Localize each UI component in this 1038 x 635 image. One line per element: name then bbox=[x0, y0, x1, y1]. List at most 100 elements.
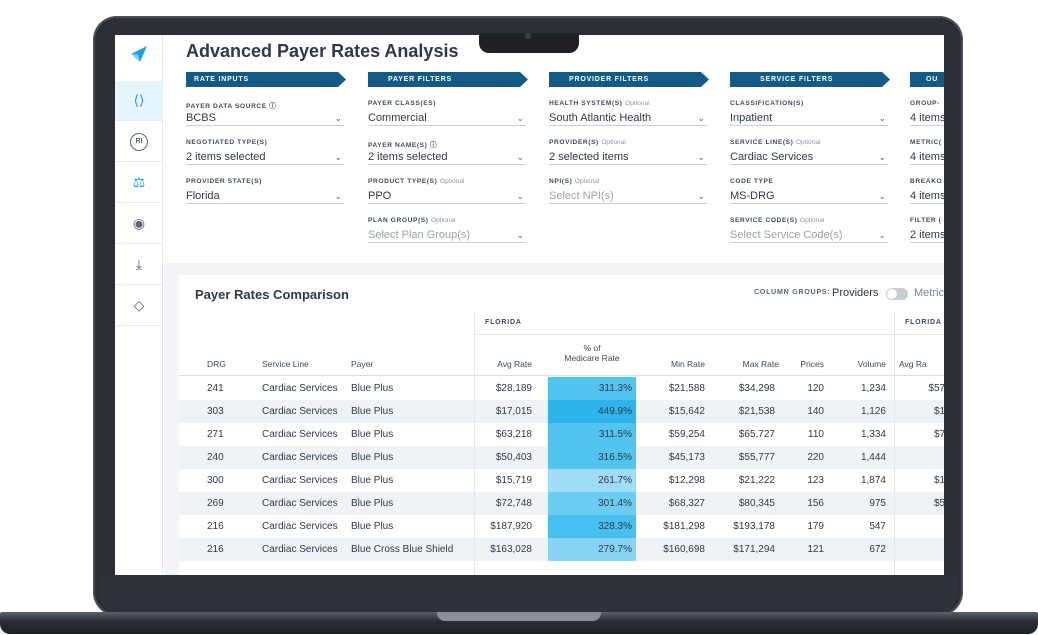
table-row[interactable]: 303 Cardiac Services Blue Plus $17,015 449.9… bbox=[179, 400, 944, 423]
header-avg-rate[interactable]: Avg Rate bbox=[474, 337, 532, 373]
cell-payer: Blue Plus bbox=[351, 452, 394, 463]
field-value: MS-DRG bbox=[730, 190, 775, 202]
table-row[interactable]: 300 Cardiac Services Blue Plus $15,719 261.7… bbox=[179, 469, 944, 492]
field-value: 4 items bbox=[910, 112, 944, 124]
cell-max: $171,294 bbox=[733, 544, 775, 555]
chevron-down-icon: ⌄ bbox=[878, 113, 886, 123]
provider-state-field[interactable]: PROVIDER STATE(S) Florida ⌄ bbox=[186, 178, 344, 204]
field-value: PPO bbox=[368, 190, 392, 202]
header-min-rate[interactable]: Min Rate bbox=[639, 337, 705, 373]
download-icon: ⤓ bbox=[135, 256, 143, 272]
cell-prices: 156 bbox=[807, 498, 824, 509]
header-volume[interactable]: Volume bbox=[829, 337, 886, 373]
cell-max: $80,345 bbox=[738, 498, 775, 509]
cell-drg: 241 bbox=[207, 383, 224, 394]
sidebar-item-rates[interactable]: ⟨⟩ bbox=[115, 81, 163, 121]
laptop-chin bbox=[100, 576, 958, 612]
metric-field[interactable]: METRIC( 4 items bbox=[910, 139, 944, 165]
service-code-field[interactable]: SERVICE CODE(S) Optional Select Service … bbox=[730, 217, 888, 243]
toggle-metric-label: Metric bbox=[914, 287, 944, 299]
sidebar-item-view[interactable]: ◉ bbox=[115, 204, 163, 244]
payer-class-field[interactable]: PAYER CLASS(ES) Commercial ⌄ bbox=[368, 100, 526, 126]
step-rate-inputs[interactable]: RATE INPUTS bbox=[186, 72, 346, 87]
field-value: South Atlantic Health bbox=[549, 112, 652, 124]
cell-prices: 179 bbox=[807, 521, 824, 532]
cell-payer: Blue Plus bbox=[351, 406, 394, 417]
header-pct-medicare[interactable]: % of Medicare Rate bbox=[548, 337, 636, 373]
sidebar-item-download[interactable]: ⤓ bbox=[115, 245, 163, 285]
header-service-line[interactable]: Service Line bbox=[262, 337, 352, 373]
cell-min: $181,298 bbox=[663, 521, 705, 532]
header-prices[interactable]: Prices bbox=[779, 337, 824, 373]
header-avg-rate-2[interactable]: Avg Ra bbox=[899, 337, 944, 373]
header-max-rate[interactable]: Max Rate bbox=[709, 337, 779, 373]
chevron-down-icon: ⌄ bbox=[878, 191, 886, 201]
product-type-field[interactable]: PRODUCT TYPE(S) Optional PPO ⌄ bbox=[368, 178, 526, 204]
field-placeholder: Select NPI(s) bbox=[549, 190, 614, 202]
service-line-field[interactable]: SERVICE LINE(S) Optional Cardiac Service… bbox=[730, 139, 888, 165]
field-label: PAYER NAME(S) bbox=[368, 142, 428, 149]
cell-pct: 301.4% bbox=[598, 498, 632, 509]
cell-volume: 975 bbox=[869, 498, 886, 509]
payer-data-source-field[interactable]: PAYER DATA SOURCE ⓘ BCBS ⌄ bbox=[186, 100, 344, 126]
table-row[interactable]: 216 Cardiac Services Blue Plus $187,920 328.… bbox=[179, 515, 944, 538]
app-logo-icon[interactable] bbox=[128, 43, 150, 65]
table-row[interactable]: 240 Cardiac Services Blue Plus $50,403 316.5… bbox=[179, 446, 944, 469]
cell-drg: 240 bbox=[207, 452, 224, 463]
header-text: Medicare Rate bbox=[564, 353, 620, 363]
table-row[interactable]: 241 Cardiac Services Blue Plus $28,189 311.3… bbox=[179, 377, 944, 400]
cell-avg2: $57,95 bbox=[928, 383, 944, 394]
filters-panel: Advanced Payer Rates Analysis RATE INPUT… bbox=[164, 35, 944, 263]
group-field[interactable]: GROUP- 4 items bbox=[910, 100, 944, 126]
cell-min: $68,327 bbox=[668, 498, 705, 509]
table-row[interactable]: 271 Cardiac Services Blue Plus $63,218 311.5… bbox=[179, 423, 944, 446]
cell-payer: Blue Plus bbox=[351, 521, 394, 532]
column-group-florida: FLORIDA bbox=[474, 313, 894, 335]
step-payer-filters[interactable]: PAYER FILTERS bbox=[368, 72, 528, 87]
breakout-field[interactable]: BREAKO 4 items bbox=[910, 178, 944, 204]
table-row[interactable]: 269 Cardiac Services Blue Plus $72,748 301.4… bbox=[179, 492, 944, 515]
cell-min: $59,254 bbox=[668, 429, 705, 440]
chevron-down-icon: ⌄ bbox=[697, 113, 705, 123]
field-label: PLAN GROUP(S) bbox=[368, 217, 429, 224]
chevron-down-icon: ⌄ bbox=[334, 113, 342, 123]
sidebar-item-ri[interactable]: RI bbox=[115, 122, 163, 162]
classification-field[interactable]: CLASSIFICATION(S) Inpatient ⌄ bbox=[730, 100, 888, 126]
payer-name-field[interactable]: PAYER NAME(S) ⓘ 2 items selected ⌄ bbox=[368, 139, 526, 165]
field-value: 2 items selected bbox=[368, 151, 448, 163]
sidebar-item-compare[interactable]: ⚖ bbox=[115, 163, 163, 203]
camera-icon bbox=[525, 33, 531, 39]
screen: ⟨⟩ RI ⚖ ◉ ⤓ ◇ Advanced Payer Rates Analy… bbox=[115, 35, 944, 575]
filter-field[interactable]: FILTER ( 2 items bbox=[910, 217, 944, 243]
chevron-down-icon: ⌄ bbox=[516, 152, 524, 162]
sidebar-item-premium[interactable]: ◇ bbox=[115, 286, 163, 326]
toggle-providers-label: Providers bbox=[832, 287, 879, 299]
plan-group-field[interactable]: PLAN GROUP(S) Optional Select Plan Group… bbox=[368, 217, 526, 243]
field-label: METRIC( bbox=[910, 139, 942, 146]
field-value: Commercial bbox=[368, 112, 427, 124]
providers-field[interactable]: PROVIDER(S) Optional 2 selected items ⌄ bbox=[549, 139, 707, 165]
camera-notch bbox=[479, 33, 579, 53]
cell-line: Cardiac Services bbox=[262, 521, 338, 532]
cell-volume: 1,444 bbox=[860, 452, 886, 463]
info-icon[interactable]: ⓘ bbox=[269, 103, 276, 110]
optional-tag: Optional bbox=[439, 178, 465, 185]
table-row[interactable]: 216 Cardiac Services Blue Cross Blue Shiel… bbox=[179, 538, 944, 561]
info-icon[interactable]: ⓘ bbox=[430, 142, 437, 149]
cell-avg2: $18,8 bbox=[933, 475, 944, 486]
field-label: SERVICE CODE(S) bbox=[730, 217, 798, 224]
health-system-field[interactable]: HEALTH SYSTEM(S) Optional South Atlantic… bbox=[549, 100, 707, 126]
header-drg[interactable]: DRG bbox=[207, 337, 247, 373]
step-provider-filters[interactable]: PROVIDER FILTERS bbox=[549, 72, 709, 87]
header-payer[interactable]: Payer bbox=[351, 337, 461, 373]
negotiated-types-field[interactable]: NEGOTIATED TYPE(S) 2 items selected ⌄ bbox=[186, 139, 344, 165]
field-value: 2 selected items bbox=[549, 151, 629, 163]
step-output[interactable]: OU bbox=[910, 72, 944, 87]
ri-circle-icon: RI bbox=[130, 132, 148, 151]
npi-field[interactable]: NPI(S) Optional Select NPI(s) ⌄ bbox=[549, 178, 707, 204]
code-type-field[interactable]: CODE TYPE MS-DRG ⌄ bbox=[730, 178, 888, 204]
column-groups-toggle[interactable] bbox=[886, 288, 908, 300]
eye-icon: ◉ bbox=[132, 215, 146, 231]
field-value: BCBS bbox=[186, 112, 216, 124]
step-service-filters[interactable]: SERVICE FILTERS bbox=[730, 72, 890, 87]
